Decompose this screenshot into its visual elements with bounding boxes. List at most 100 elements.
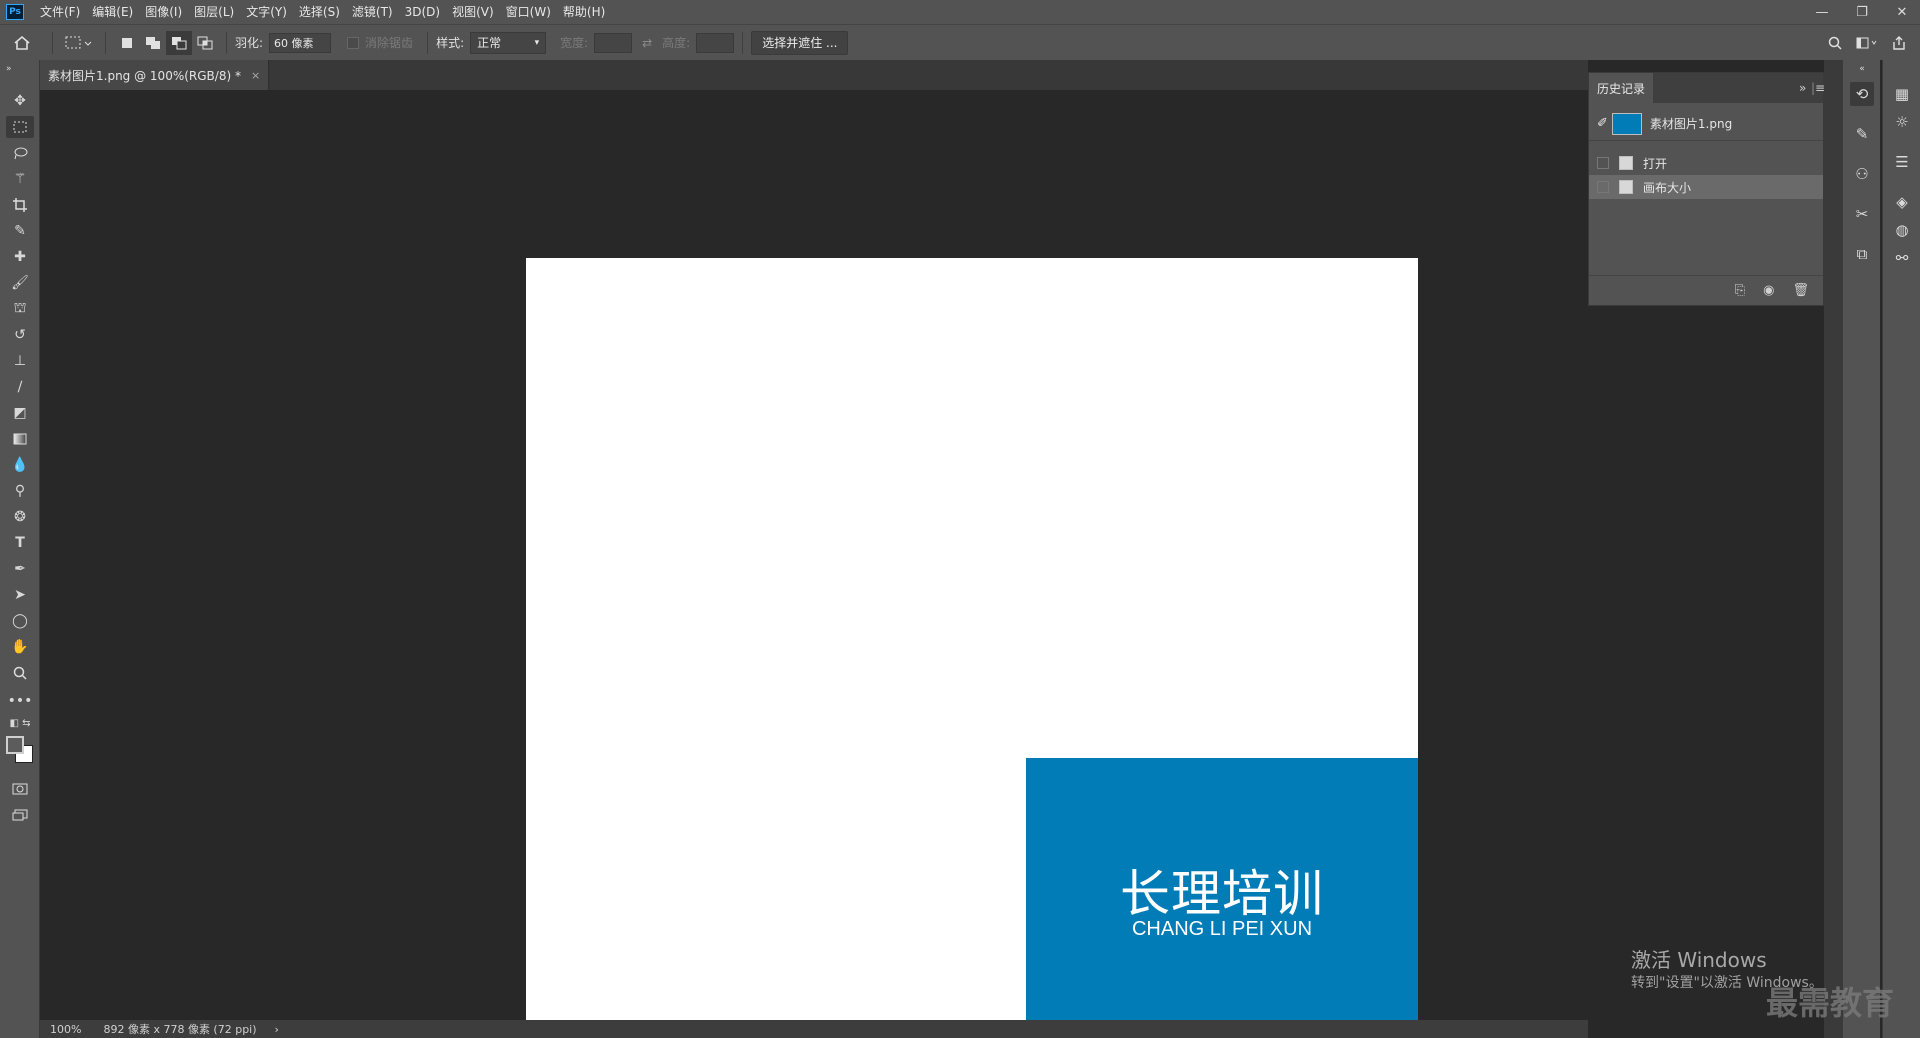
history-state-checkbox[interactable]: [1597, 181, 1609, 193]
add-selection-icon[interactable]: [140, 31, 166, 55]
separator: [52, 31, 53, 54]
adjustments-panel-icon[interactable]: ☼: [1890, 110, 1914, 134]
close-tab-icon[interactable]: ×: [251, 69, 260, 82]
properties-panel-icon[interactable]: ☰: [1890, 150, 1914, 174]
status-bar: 100% 892 像素 x 778 像素 (72 ppi) ›: [40, 1020, 1588, 1038]
menu-edit[interactable]: 编辑(E): [86, 0, 139, 24]
menu-file[interactable]: 文件(F): [34, 0, 86, 24]
history-state[interactable]: 打开: [1589, 151, 1823, 175]
new-document-from-state-icon[interactable]: ⎘: [1735, 283, 1745, 298]
collapse-strip-icon[interactable]: «: [1850, 64, 1874, 74]
channels-panel-icon[interactable]: ◍: [1890, 218, 1914, 242]
ellipse-tool-icon[interactable]: ◯: [6, 610, 34, 632]
history-panel-icon[interactable]: ⟲: [1850, 82, 1874, 106]
swap-dimensions-icon[interactable]: ⇄: [632, 31, 662, 55]
feather-input[interactable]: 60 像素: [269, 32, 332, 53]
foreground-color-swatch[interactable]: [6, 736, 24, 754]
home-icon[interactable]: [0, 31, 44, 55]
new-selection-icon[interactable]: [114, 31, 140, 55]
path-selection-tool-icon[interactable]: ➤: [6, 584, 34, 606]
zoom-level[interactable]: 100%: [50, 1023, 81, 1036]
create-snapshot-icon[interactable]: ◉: [1763, 283, 1774, 298]
menu-3d[interactable]: 3D(D): [399, 0, 446, 24]
rectangular-marquee-tool-icon[interactable]: [6, 116, 34, 138]
restore-icon[interactable]: ❐: [1850, 5, 1874, 20]
document-tab[interactable]: 素材图片1.png @ 100%(RGB/8) * ×: [40, 60, 270, 90]
screen-mode-icon[interactable]: [6, 804, 34, 826]
tools-panel: » ✥ ⚚ ✎ ✚ 🖌 ⛫ ↺ ⊥ ∕ ◩ 💧 ⚲ ❂ T ✒ ➤ ◯ ✋ ••…: [0, 60, 40, 1038]
snapshot-thumbnail: [1611, 112, 1642, 135]
history-panel-footer: ⎘ ◉ 🗑: [1589, 275, 1823, 305]
history-tab[interactable]: 历史记录: [1589, 73, 1654, 103]
share-icon[interactable]: [1884, 31, 1914, 55]
move-tool-icon[interactable]: ✥: [6, 90, 34, 112]
menu-window[interactable]: 窗口(W): [500, 0, 557, 24]
blur-tool-icon[interactable]: 💧: [6, 454, 34, 476]
history-brush-source-icon[interactable]: ✐: [1597, 116, 1608, 131]
default-colors-icon[interactable]: ◧ ⇆: [6, 716, 34, 730]
style-select[interactable]: 正常 ▾: [470, 31, 547, 54]
color-swatches[interactable]: [6, 736, 36, 766]
tool-presets-icon[interactable]: ✂: [1850, 202, 1874, 226]
dodge-tool-icon[interactable]: ⚲: [6, 480, 34, 502]
document-info: 892 像素 x 778 像素 (72 ppi): [103, 1023, 257, 1036]
gradient-tool-icon[interactable]: [6, 428, 34, 450]
collapse-panel-icon[interactable]: »: [1799, 81, 1806, 95]
separator: [742, 31, 744, 54]
height-input[interactable]: [696, 32, 735, 53]
paths-panel-icon[interactable]: ⚯: [1890, 246, 1914, 270]
panel-menu-icon[interactable]: ≡: [1815, 81, 1825, 95]
select-and-mask-button[interactable]: 选择并遮住 ...: [751, 30, 849, 55]
subtract-selection-icon[interactable]: [166, 30, 192, 55]
history-state-checkbox[interactable]: [1597, 157, 1609, 169]
delete-state-icon[interactable]: 🗑: [1792, 283, 1809, 298]
clone-stamp-tool-icon[interactable]: ⛫: [6, 298, 34, 320]
quick-mask-icon[interactable]: [6, 778, 34, 800]
sponge-tool-icon[interactable]: ❂: [6, 506, 34, 528]
width-input[interactable]: [594, 32, 633, 53]
menu-layer[interactable]: 图层(L): [188, 0, 240, 24]
windows-activation-title: 激活 Windows: [1631, 948, 1767, 972]
hand-tool-icon[interactable]: ✋: [6, 636, 34, 658]
minimize-icon[interactable]: —: [1810, 5, 1834, 20]
menu-view[interactable]: 视图(V): [446, 0, 500, 24]
menu-help[interactable]: 帮助(H): [557, 0, 611, 24]
menu-type[interactable]: 文字(Y): [240, 0, 293, 24]
menu-image[interactable]: 图像(I): [139, 0, 188, 24]
collapse-toolbar-icon[interactable]: »: [6, 64, 34, 74]
menu-filter[interactable]: 滤镜(T): [346, 0, 399, 24]
menu-select[interactable]: 选择(S): [293, 0, 346, 24]
stamp-tool-icon[interactable]: ⊥: [6, 350, 34, 372]
history-state-label: 画布大小: [1643, 180, 1692, 195]
swatches-panel-icon[interactable]: ▦: [1890, 82, 1914, 106]
brush-tool-icon[interactable]: 🖌: [6, 272, 34, 294]
workspace-icon[interactable]: [1850, 31, 1884, 55]
close-window-icon[interactable]: ✕: [1890, 5, 1914, 20]
intersect-selection-icon[interactable]: [192, 31, 218, 55]
document-canvas[interactable]: 长理培训 CHANG LI PEI XUN: [526, 258, 1418, 1036]
search-icon[interactable]: [1820, 31, 1850, 55]
marquee-preset-icon[interactable]: [61, 31, 97, 55]
status-menu-arrow-icon[interactable]: ›: [275, 1023, 279, 1036]
canvas-area[interactable]: 长理培训 CHANG LI PEI XUN: [40, 90, 1588, 1036]
magic-wand-tool-icon[interactable]: ⚚: [6, 168, 34, 190]
eyedropper-tool-icon[interactable]: ✎: [6, 220, 34, 242]
clone-source-icon[interactable]: ⚇: [1850, 162, 1874, 186]
brush-settings-icon[interactable]: ✎: [1850, 122, 1874, 146]
history-brush-tool-icon[interactable]: ↺: [6, 324, 34, 346]
art-history-brush-icon[interactable]: ∕: [6, 376, 34, 398]
crop-tool-icon[interactable]: [6, 194, 34, 216]
antialias-checkbox[interactable]: [347, 36, 360, 49]
eraser-tool-icon[interactable]: ◩: [6, 402, 34, 424]
type-tool-icon[interactable]: T: [6, 532, 34, 554]
glyphs-icon[interactable]: ⧉: [1850, 242, 1874, 266]
pen-tool-icon[interactable]: ✒: [6, 558, 34, 580]
healing-brush-tool-icon[interactable]: ✚: [6, 246, 34, 268]
document-state-icon: [1619, 180, 1633, 194]
history-state-selected[interactable]: 画布大小: [1589, 175, 1823, 199]
lasso-tool-icon[interactable]: [6, 142, 34, 164]
history-snapshot[interactable]: ✐ 素材图片1.png: [1589, 107, 1823, 141]
more-tools-icon[interactable]: •••: [6, 690, 34, 712]
layers-panel-icon[interactable]: ◈: [1890, 190, 1914, 214]
zoom-tool-icon[interactable]: [6, 662, 34, 684]
